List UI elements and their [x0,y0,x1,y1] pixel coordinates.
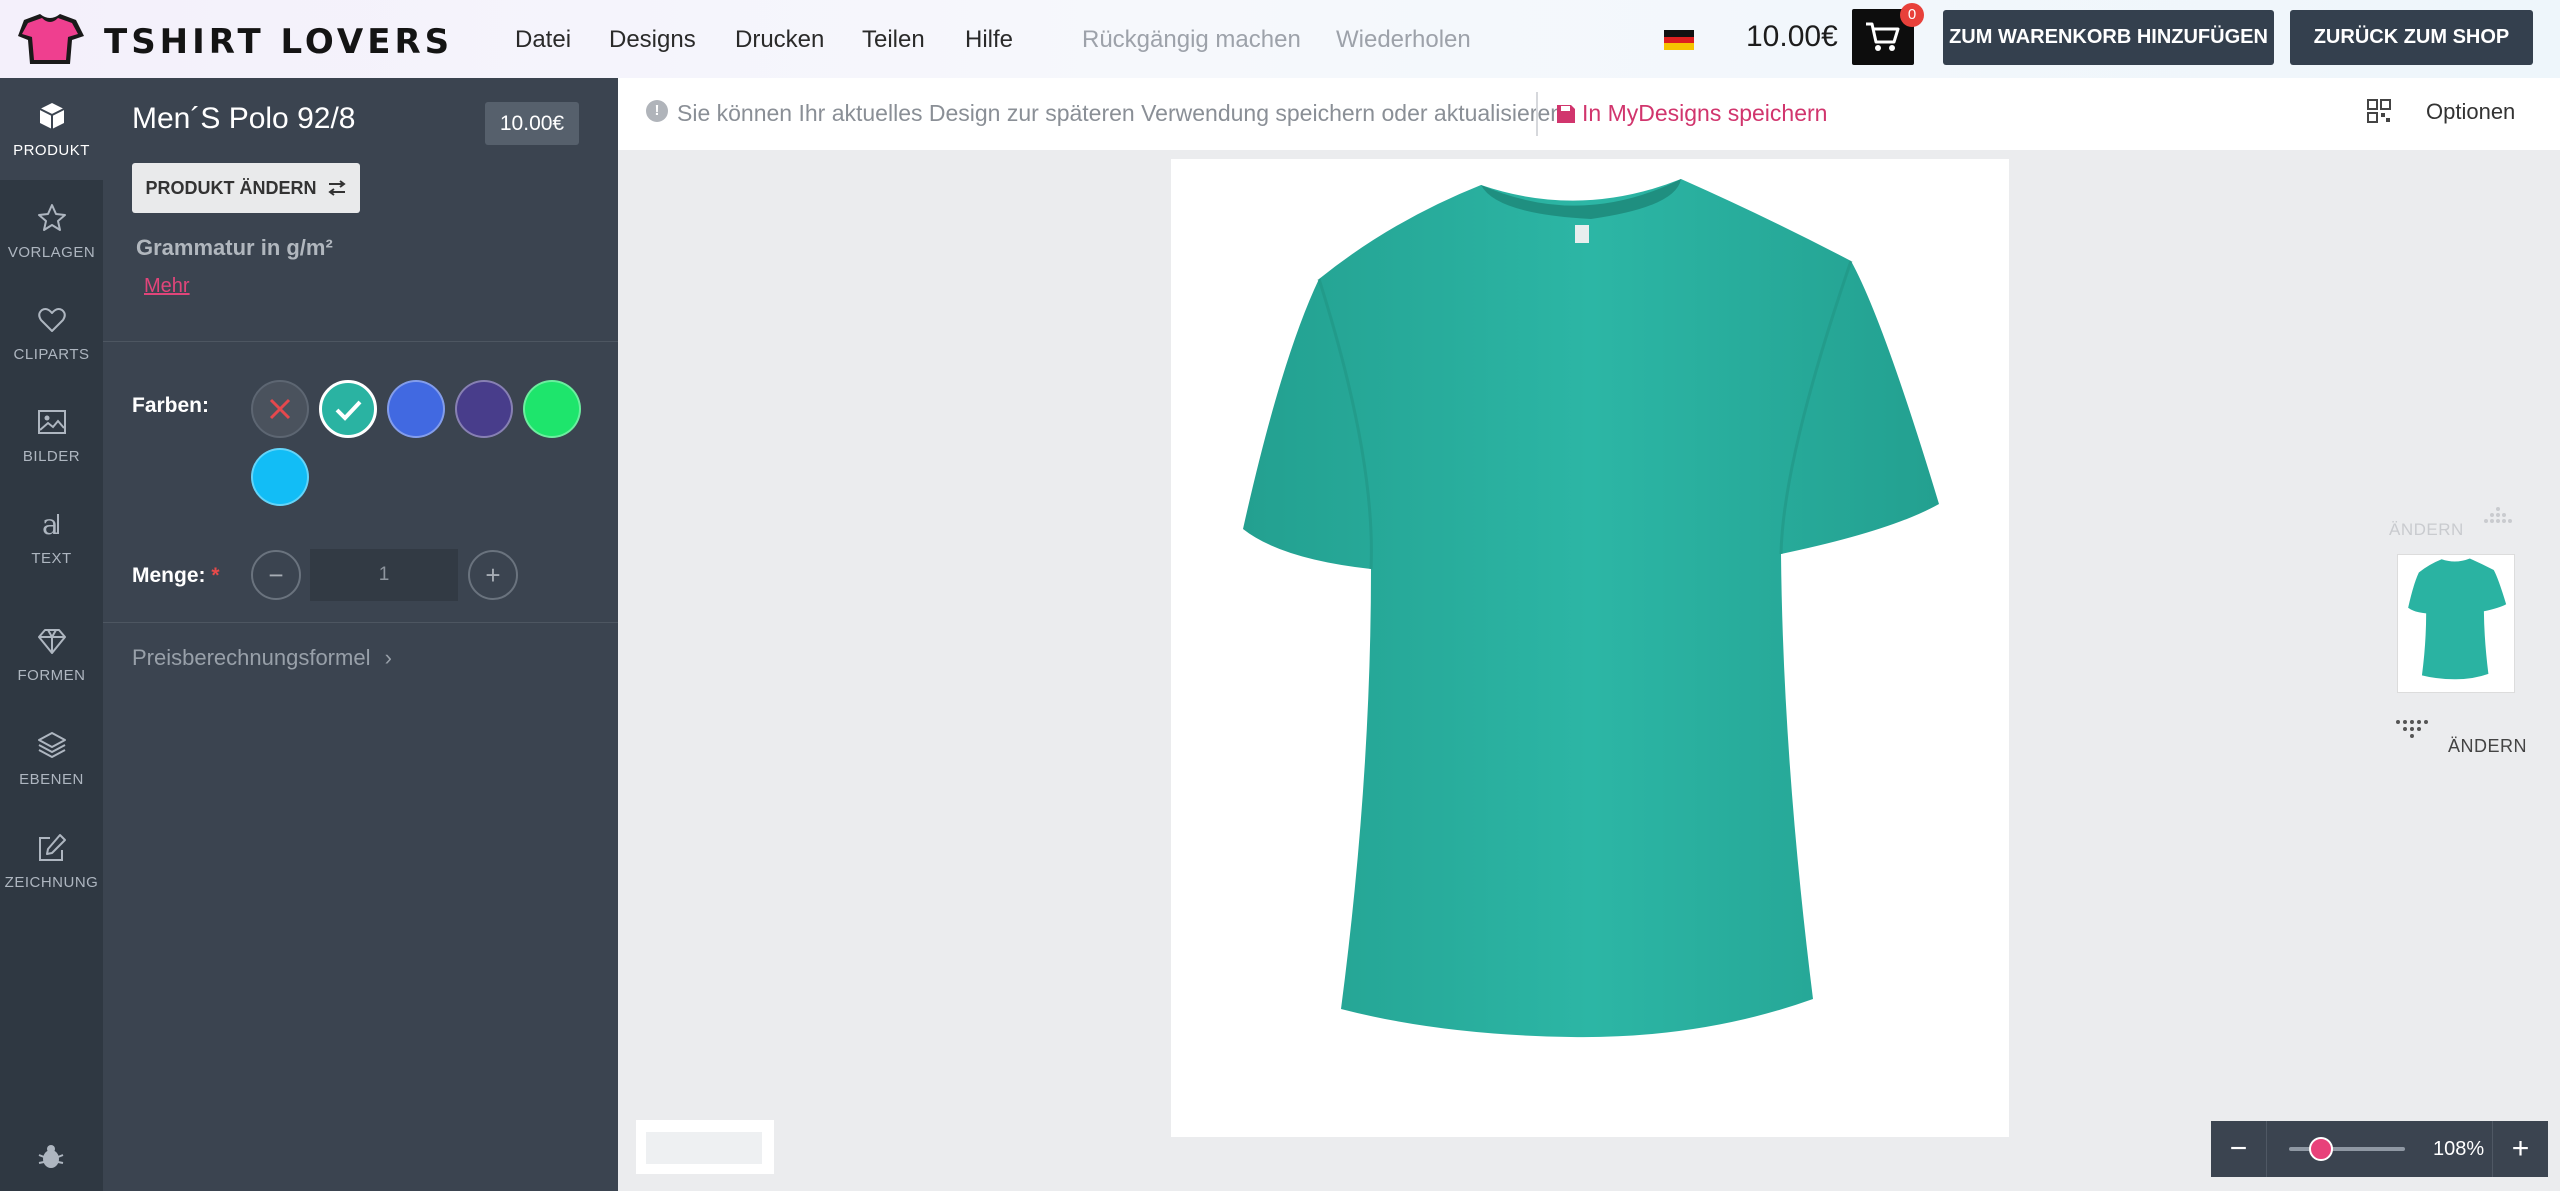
undo-button[interactable]: Rückgängig machen [1082,26,1301,54]
product-price: 10.00€ [485,102,579,145]
close-icon [269,398,291,420]
checkmark-icon [335,400,362,421]
cart-count-badge: 0 [1900,3,1924,27]
divider [2266,1121,2268,1177]
add-to-cart-button[interactable]: ZUM WARENKORB HINZUFÜGEN [1943,10,2274,65]
heart-icon [37,308,66,332]
quantity-label-text: Menge: [132,564,206,587]
design-canvas[interactable] [1171,159,2009,1137]
change-product-label: PRODUKT ÄNDERN [145,177,317,198]
swap-icon [327,180,346,196]
sidebar-item-text[interactable]: a TEXT [0,486,103,588]
zoom-in-button[interactable]: + [2493,1121,2548,1177]
sidebar-item-label: BILDER [22,448,81,465]
sidebar-item-cliparts[interactable]: CLIPARTS [0,282,103,384]
divider [103,622,618,623]
save-mydesigns-link[interactable]: In MyDesigns speichern [1556,100,1827,127]
grammage-label: Grammatur in g/m² [136,235,333,260]
total-price: 10.00€ [1746,20,1838,53]
image-icon [37,410,66,434]
tool-sidebar: PRODUKT VORLAGEN CLIPARTS BILDER a TEXT … [0,78,103,1191]
back-to-shop-button[interactable]: ZURÜCK ZUM SHOP [2290,10,2533,65]
color-swatch[interactable] [251,448,309,506]
more-link[interactable]: Mehr [144,275,190,298]
required-mark: * [211,564,220,587]
floppy-icon [1557,104,1575,123]
color-swatch[interactable] [523,380,581,438]
menu-drucken[interactable]: Drucken [735,26,824,54]
options-button[interactable]: Optionen [2426,99,2515,125]
sidebar-item-produkt[interactable]: PRODUKT [0,78,103,180]
info-message: Sie können Ihr aktuelles Design zur spät… [677,100,1564,126]
info-bar: ! Sie können Ihr aktuelles Design zur sp… [618,78,2560,150]
qr-code-icon[interactable] [2366,98,2392,124]
zoom-out-button[interactable]: − [2211,1121,2266,1177]
divider [103,341,618,342]
sidebar-item-formen[interactable]: FORMEN [0,603,103,705]
color-swatch-none[interactable] [251,380,309,438]
price-formula-link[interactable]: Preisberechnungsformel › [132,645,392,671]
zoom-control: − 108% + [2211,1121,2548,1177]
bug-icon[interactable] [36,1142,66,1172]
color-swatch[interactable] [319,380,377,438]
layers-icon [37,732,66,758]
quantity-decrement-button[interactable]: − [251,550,301,600]
product-name: Men´S Polo 92/8 [132,102,356,135]
price-formula-label: Preisberechnungsformel [132,645,371,670]
change-view-bottom-link[interactable]: ÄNDERN [2448,736,2527,757]
chevron-right-icon: › [384,645,392,670]
svg-text:a: a [42,508,59,540]
tshirt-thumbnail [2408,558,2507,680]
flag-de-icon[interactable] [1664,30,1694,51]
dots-icon [2484,507,2512,523]
color-swatch[interactable] [455,380,513,438]
minimap[interactable] [636,1120,774,1174]
colors-label: Farben: [132,394,210,417]
brand-logo[interactable]: TSHIRT LOVERS [18,8,449,68]
save-link-label: In MyDesigns speichern [1582,100,1828,126]
edit-icon [38,834,66,861]
text-icon: a [42,508,59,540]
sidebar-item-label: CLIPARTS [13,346,90,363]
sidebar-item-label: TEXT [31,550,72,567]
cube-icon [39,103,64,129]
quantity-label: Menge: * [132,564,220,588]
divider [1536,92,1538,136]
sidebar-item-label: ZEICHNUNG [4,874,99,891]
redo-button[interactable]: Wiederholen [1336,26,1471,54]
tshirt-logo-icon [18,14,84,64]
top-bar: TSHIRT LOVERS Datei Designs Drucken Teil… [0,0,2560,78]
sidebar-item-zeichnung[interactable]: ZEICHNUNG [0,810,103,912]
color-swatch[interactable] [387,380,445,438]
sidebar-item-ebenen[interactable]: EBENEN [0,707,103,809]
menu-datei[interactable]: Datei [515,26,571,54]
brand-name: TSHIRT LOVERS [104,22,454,62]
view-thumbnail-front[interactable] [2397,554,2515,693]
star-icon [37,204,66,231]
sidebar-item-vorlagen[interactable]: VORLAGEN [0,180,103,282]
menu-teilen[interactable]: Teilen [862,26,925,54]
sidebar-item-label: VORLAGEN [7,244,96,261]
quantity-increment-button[interactable]: + [468,550,518,600]
sidebar-item-bilder[interactable]: BILDER [0,384,103,486]
menu-designs[interactable]: Designs [609,26,696,54]
product-panel: Men´S Polo 92/8 10.00€ PRODUKT ÄNDERN Gr… [103,78,618,1191]
sidebar-item-label: EBENEN [19,771,84,788]
zoom-value: 108% [2433,1137,2485,1160]
sidebar-item-label: FORMEN [17,667,86,684]
quantity-input[interactable]: 1 [310,549,458,601]
tshirt-mockup [1243,179,1939,1038]
diamond-icon [37,629,66,654]
zoom-slider-handle[interactable] [2308,1137,2333,1161]
sidebar-item-label: PRODUKT [13,142,90,159]
change-view-top-link[interactable]: ÄNDERN [2389,520,2464,540]
cart-icon [1866,22,1900,51]
info-icon: ! [646,100,668,122]
change-product-button[interactable]: PRODUKT ÄNDERN [132,163,360,213]
dots-icon [2396,720,2428,738]
menu-hilfe[interactable]: Hilfe [965,26,1013,54]
zoom-slider[interactable] [2289,1137,2406,1161]
